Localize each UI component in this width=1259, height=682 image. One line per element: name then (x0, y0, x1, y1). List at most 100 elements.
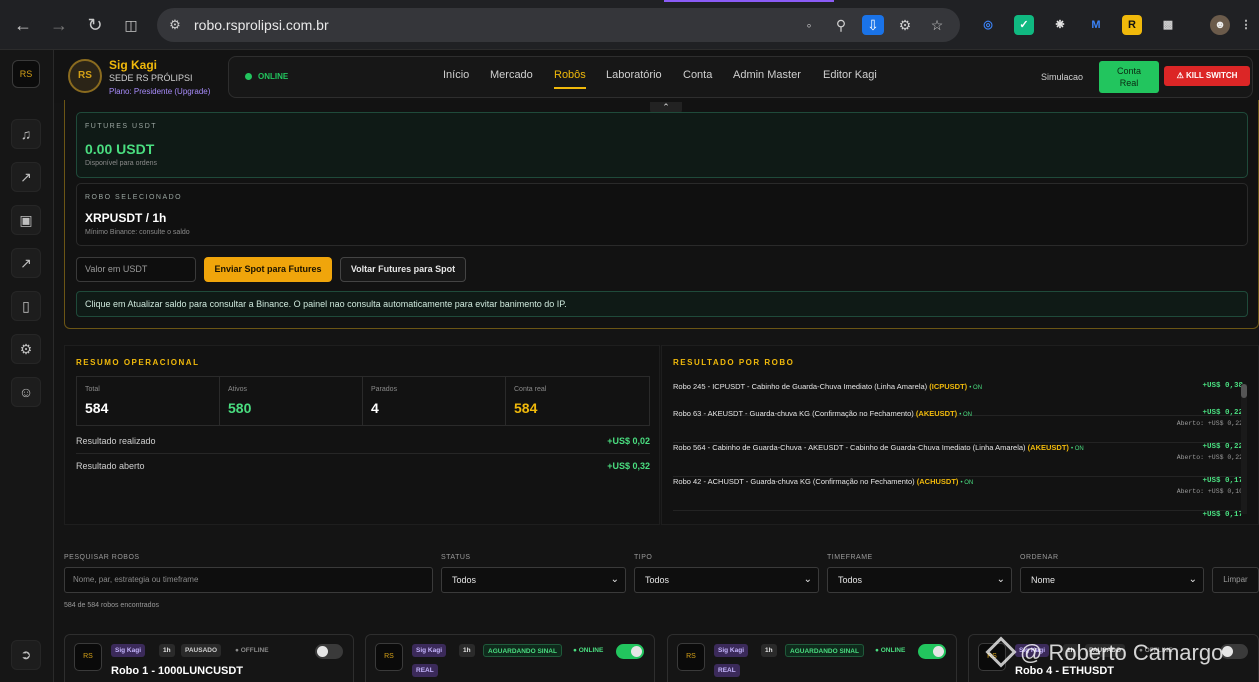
status-select[interactable]: Todos ⌄ (441, 567, 626, 593)
extension-m-icon[interactable]: M (1086, 15, 1106, 35)
results-count: 584 de 584 robos encontrados (64, 602, 159, 609)
translate-icon[interactable]: ◦ (798, 15, 820, 35)
logout-icon[interactable]: ➲ (11, 640, 41, 670)
user-name: Sig Kagi (109, 58, 158, 72)
install-app-icon[interactable]: ⇩ (862, 15, 884, 35)
resultado-title: RESULTADO POR ROBO (673, 358, 795, 367)
ordenar-select[interactable]: Nome ⌄ (1020, 567, 1204, 593)
divider (76, 453, 650, 454)
forward-arrow-icon[interactable]: → (47, 13, 71, 37)
selected-robot-note: Mínimo Binance: consulte o saldo (85, 229, 190, 236)
bell-icon[interactable]: ♫ (11, 119, 41, 149)
plan-link[interactable]: Plano: Presidente (Upgrade) (109, 87, 210, 96)
puzzle-icon[interactable]: ▩ (1158, 15, 1178, 35)
tipo-filter-label: TIPO (634, 554, 653, 561)
robot-card[interactable]: RS Sig Kagi 1h AGUARDANDO SINAL ● ONLINE… (365, 634, 655, 682)
connection-badge: ● ONLINE (875, 647, 906, 654)
simulacao-button[interactable]: Simulacao (1041, 72, 1083, 82)
url-text: robo.rsprolipsi.com.br (194, 17, 329, 33)
list-item[interactable]: +US$ 0,17 (673, 511, 1243, 524)
timeframe-select-value: Todos (838, 575, 863, 585)
list-item[interactable]: Robo 564 - Cabinho de Guarda-Chuva - AKE… (673, 443, 1243, 477)
active-tab-indicator (554, 87, 586, 89)
chevron-down-icon: ⌄ (996, 574, 1005, 585)
robot-result-name: Robo 564 - Cabinho de Guarda-Chuva - AKE… (673, 443, 1084, 452)
robot-toggle[interactable] (918, 644, 946, 659)
stat-label: Conta real (514, 386, 547, 393)
tab-robos[interactable]: Robôs (554, 69, 586, 81)
tab-conta[interactable]: Conta (683, 69, 712, 81)
address-bar[interactable]: ⚙ robo.rsprolipsi.com.br ◦ ⚲ ⇩ ⚙ ☆ (157, 8, 960, 42)
openai-icon[interactable]: ❋ (1050, 15, 1070, 35)
connection-badge: ● ONLINE (573, 647, 604, 654)
tab-accent (664, 0, 834, 2)
timeframe-select[interactable]: Todos ⌄ (827, 567, 1012, 593)
toggle-knob (933, 646, 944, 657)
realizado-value: +US$ 0,02 (607, 436, 650, 446)
menu-dots-icon[interactable]: ⋮ (1236, 15, 1256, 35)
kill-switch-button[interactable]: ⚠ KILL SWITCH (1164, 66, 1250, 86)
valor-usdt-input[interactable]: Valor em USDT (76, 257, 196, 282)
star-icon[interactable]: ☆ (926, 15, 948, 35)
lock-icon[interactable]: ▣ (11, 205, 41, 235)
toggle-knob (631, 646, 642, 657)
robot-status: • ON (959, 412, 973, 418)
robot-toggle[interactable] (616, 644, 644, 659)
conta-real-line1: Conta (1116, 66, 1142, 76)
list-item[interactable]: Robo 42 - ACHUSDT - Guarda-chuva KG (Con… (673, 477, 1243, 511)
watermark: @ Roberto Camargo (985, 636, 1223, 668)
scroll-thumb[interactable] (1241, 384, 1247, 398)
robot-toggle[interactable] (315, 644, 343, 659)
robot-name: Robo 42 - ACHUSDT - Guarda-chuva KG (Con… (673, 477, 915, 486)
tipo-select[interactable]: Todos ⌄ (634, 567, 819, 593)
extension-2-icon[interactable]: ✓ (1014, 15, 1034, 35)
chart-icon[interactable]: ↗ (11, 248, 41, 278)
back-arrow-icon[interactable]: ← (11, 13, 35, 37)
robot-card[interactable]: RS Sig Kagi 1h PAUSADO ● OFFLINE Robo 1 … (64, 634, 354, 682)
tab-laboratorio[interactable]: Laboratório (606, 69, 662, 81)
columns-icon[interactable]: ▯ (11, 291, 41, 321)
split-tab-icon[interactable]: ◫ (119, 13, 143, 37)
ordenar-filter-label: ORDENAR (1020, 554, 1059, 561)
futures-to-spot-button[interactable]: Voltar Futures para Spot (340, 257, 466, 282)
robot-title: Robo 1 - 1000LUNCUSDT (111, 665, 244, 677)
robot-toggle[interactable] (1220, 644, 1248, 659)
spot-to-futures-button[interactable]: Enviar Spot para Futures (204, 257, 332, 282)
owner-badge: Sig Kagi (412, 644, 447, 657)
list-item[interactable]: Robo 63 - AKEUSDT - Guarda-chuva KG (Con… (673, 409, 1243, 443)
gear-icon[interactable]: ⚙ (11, 334, 41, 364)
conta-real-button[interactable]: Conta Real (1099, 61, 1159, 93)
stat-label: Ativos (228, 386, 248, 393)
resultado-scrollbar[interactable] (1241, 384, 1247, 514)
tab-admin-master[interactable]: Admin Master (733, 69, 801, 81)
timeframe-badge: 1h (459, 644, 475, 657)
extension-r-icon[interactable]: R (1122, 15, 1142, 35)
search-label: PESQUISAR ROBOS (64, 554, 140, 561)
key-icon[interactable]: ⚙ (894, 15, 916, 35)
aberto-value: +US$ 0,32 (607, 461, 650, 471)
stat-total: Total 584 (77, 377, 220, 425)
robot-status: • ON (960, 480, 974, 486)
chart-line-icon[interactable]: ↗ (11, 162, 41, 192)
tab-mercado[interactable]: Mercado (490, 69, 533, 81)
futures-card: FUTURES USDT 0.00 USDT Disponível para o… (76, 112, 1248, 178)
robot-pair: (ICPUSDT) (929, 382, 968, 391)
tab-editor-kagi[interactable]: Editor Kagi (823, 69, 877, 81)
toggle-knob (317, 646, 328, 657)
futures-note: Disponível para ordens (85, 160, 157, 167)
extension-1-icon[interactable]: ◎ (978, 15, 998, 35)
robot-card[interactable]: RS Sig Kagi 1h AGUARDANDO SINAL ● ONLINE… (667, 634, 957, 682)
user-icon[interactable]: ☺ (11, 377, 41, 407)
search-input[interactable]: Nome, par, estrategia ou timeframe (64, 567, 433, 593)
limpar-button[interactable]: Limpar (1212, 567, 1259, 593)
info-message: Clique em Atualizar saldo para consultar… (76, 291, 1248, 317)
site-info-icon[interactable]: ⚙ (165, 15, 185, 35)
tab-inicio[interactable]: Início (443, 69, 469, 81)
zoom-icon[interactable]: ⚲ (830, 15, 852, 35)
reload-icon[interactable]: ↻ (83, 13, 107, 37)
chevron-down-icon: ⌄ (803, 574, 812, 585)
profile-avatar[interactable]: ☻ (1210, 15, 1230, 35)
app-logo[interactable]: RS (12, 60, 40, 88)
robot-result-name: Robo 245 - ICPUSDT - Cabinho de Guarda-C… (673, 382, 982, 391)
browser-toolbar: ← → ↻ ◫ ⚙ robo.rsprolipsi.com.br ◦ ⚲ ⇩ ⚙… (0, 0, 1259, 50)
